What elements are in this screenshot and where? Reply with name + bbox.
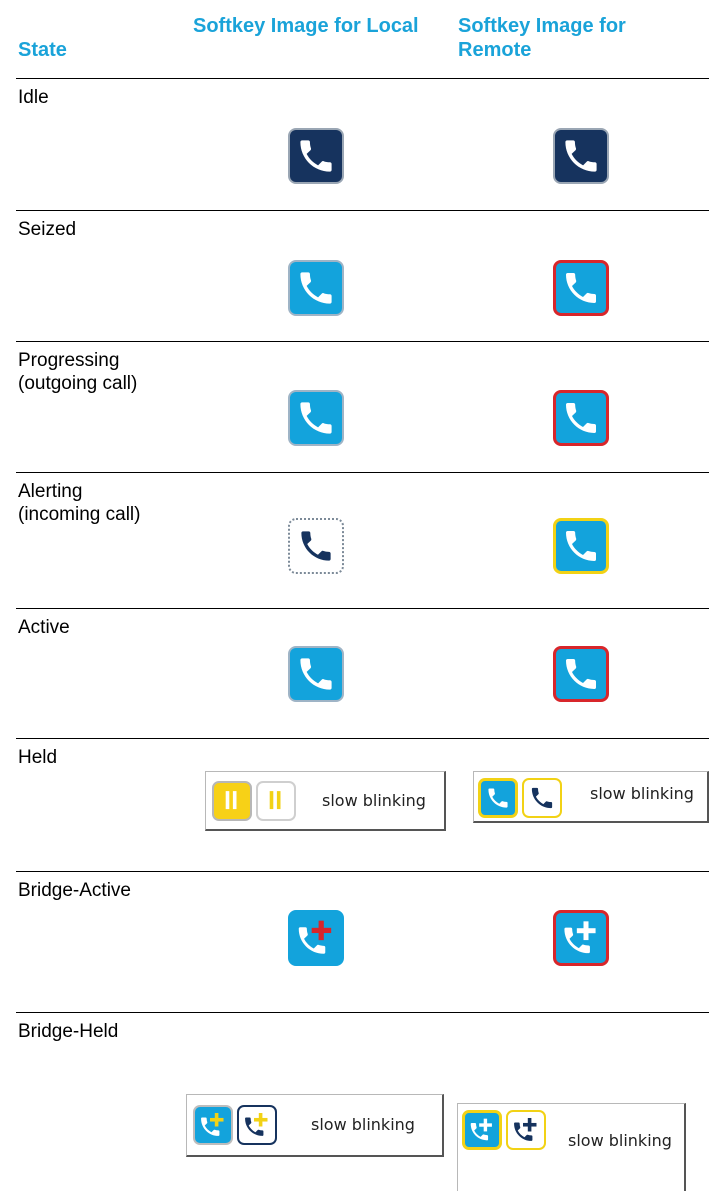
held-local-panel: slow blinking	[205, 771, 446, 831]
phone-icon	[288, 646, 344, 702]
blink-note: slow blinking	[590, 784, 694, 803]
row-divider	[16, 608, 709, 609]
phone-icon	[288, 260, 344, 316]
state-label: Active	[18, 617, 70, 638]
header-state: State	[18, 39, 67, 61]
state-label: Bridge-Active	[18, 880, 131, 901]
state-label: Idle	[18, 87, 49, 108]
blink-note: slow blinking	[322, 791, 426, 810]
state-label: Seized	[18, 219, 77, 240]
header-local: Softkey Image for Local	[193, 15, 419, 37]
phone-icon	[288, 128, 344, 184]
pause-icon	[212, 781, 252, 821]
row-divider	[16, 472, 709, 473]
state-label: Held	[18, 747, 58, 768]
state-label: Alerting	[18, 481, 83, 502]
header-remote: Softkey Image for Remote	[458, 15, 626, 61]
state-label: Progressing	[18, 350, 120, 371]
state-label: Bridge-Held	[18, 1021, 119, 1042]
row-divider	[16, 210, 709, 211]
row-divider	[16, 78, 709, 79]
phone-plus-icon	[288, 910, 344, 966]
row-divider	[16, 871, 709, 872]
phone-icon	[288, 390, 344, 446]
phone-icon	[553, 518, 609, 574]
phone-plus-icon	[237, 1105, 277, 1145]
blink-note: slow blinking	[311, 1115, 415, 1134]
held-remote-panel: slow blinking	[473, 771, 709, 823]
row-divider	[16, 1012, 709, 1013]
row-divider	[16, 738, 709, 739]
phone-icon	[553, 128, 609, 184]
phone-plus-icon	[193, 1105, 233, 1145]
phone-plus-icon	[462, 1110, 502, 1150]
bridge-held-remote-panel: slow blinking	[457, 1103, 686, 1191]
phone-plus-icon	[553, 910, 609, 966]
bridge-held-local-panel: slow blinking	[186, 1094, 444, 1157]
state-sublabel: (outgoing call)	[18, 373, 138, 394]
phone-icon	[553, 390, 609, 446]
blink-note: slow blinking	[568, 1131, 672, 1150]
state-sublabel: (incoming call)	[18, 504, 141, 525]
phone-icon	[553, 646, 609, 702]
phone-icon	[478, 778, 518, 818]
phone-icon	[522, 778, 562, 818]
row-divider	[16, 341, 709, 342]
phone-plus-icon	[506, 1110, 546, 1150]
phone-icon	[553, 260, 609, 316]
phone-icon	[288, 518, 344, 574]
pause-icon	[256, 781, 296, 821]
